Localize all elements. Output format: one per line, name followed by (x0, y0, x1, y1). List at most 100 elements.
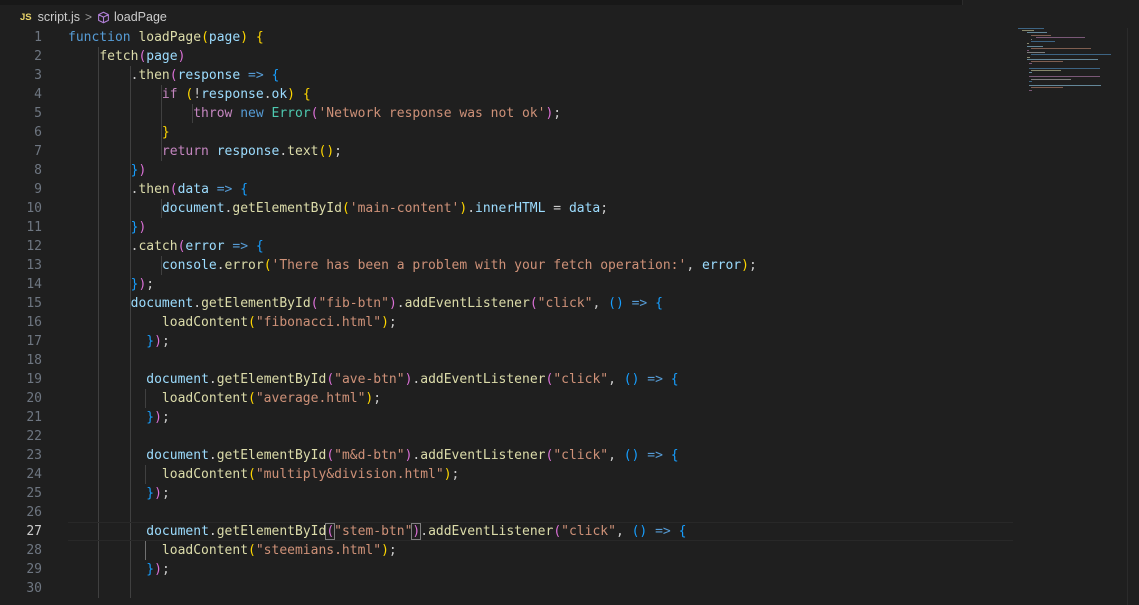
code-text: function loadPage(page) { (68, 30, 264, 45)
code-text: document.getElementById('main-content').… (161, 201, 609, 216)
code-line[interactable]: 11 }) (0, 218, 1013, 237)
code-line[interactable]: 13 console.error('There has been a probl… (0, 256, 1013, 275)
code-line[interactable]: 26 (0, 503, 1013, 522)
code-line[interactable]: 16 loadContent("fibonacci.html"); (0, 313, 1013, 332)
line-number: 22 (26, 429, 42, 444)
line-number: 8 (34, 163, 42, 178)
line-number: 28 (26, 543, 42, 558)
line-number: 16 (26, 315, 42, 330)
minimap-line (1029, 63, 1033, 65)
javascript-file-icon: JS (20, 11, 32, 23)
line-number: 10 (26, 201, 42, 216)
code-line[interactable]: 1 function loadPage(page) { (0, 28, 1013, 47)
code-text: loadContent("multiply&division.html"); (161, 467, 460, 482)
line-number: 23 (26, 448, 42, 463)
minimap-line (1031, 54, 1111, 56)
code-text: console.error('There has been a problem … (161, 258, 757, 273)
code-line[interactable]: 18 (0, 351, 1013, 370)
code-line[interactable]: 19 document.getElementById("ave-btn").ad… (0, 370, 1013, 389)
line-number: 1 (34, 30, 42, 45)
code-text: fetch(page) (99, 49, 186, 64)
code-line[interactable]: 8 }) (0, 161, 1013, 180)
code-line[interactable]: 24 loadContent("multiply&division.html")… (0, 465, 1013, 484)
code-line[interactable]: 10 document.getElementById('main-content… (0, 199, 1013, 218)
matching-bracket: ) (411, 523, 422, 540)
code-text: .then(data => { (68, 182, 249, 197)
line-number: 30 (26, 581, 42, 596)
code-text: return response.text(); (161, 144, 342, 159)
code-line[interactable]: 2 fetch(page) (0, 47, 1013, 66)
code-text: } (161, 125, 170, 140)
code-line[interactable]: 4 if (!response.ok) { (0, 85, 1013, 104)
minimap-line (1026, 43, 1029, 45)
line-number: 15 (26, 296, 42, 311)
line-number: 11 (26, 220, 42, 235)
code-line[interactable]: 14 }); (0, 275, 1013, 294)
code-line[interactable]: 7 return response.text(); (0, 142, 1013, 161)
line-number: 6 (34, 125, 42, 140)
minimap-line (1031, 41, 1056, 43)
vertical-scrollbar[interactable] (1127, 28, 1139, 605)
code-line[interactable]: 5 throw new Error('Network response was … (0, 104, 1013, 123)
code-line[interactable]: 27 document.getElementById("stem-btn").a… (0, 522, 1013, 541)
minimap-line (1022, 30, 1034, 32)
code-line[interactable]: 20 loadContent("average.html"); (0, 389, 1013, 408)
code-text: throw new Error('Network response was no… (193, 106, 562, 121)
line-number: 25 (26, 486, 42, 501)
code-line[interactable]: 22 (0, 427, 1013, 446)
code-line[interactable]: 17 }); (0, 332, 1013, 351)
line-number: 18 (26, 353, 42, 368)
code-line[interactable]: 23 document.getElementById("m&d-btn").ad… (0, 446, 1013, 465)
minimap-line (1029, 85, 1102, 87)
minimap-line (1031, 87, 1063, 89)
code-text: document.getElementById("m&d-btn").addEv… (146, 448, 679, 463)
breadcrumb-symbol[interactable]: loadPage (114, 10, 167, 24)
code-text: .catch(error => { (68, 239, 264, 254)
code-text: }); (146, 334, 170, 349)
minimap-line (1031, 34, 1052, 36)
code-line[interactable]: 3 .then(response => { (0, 66, 1013, 85)
minimap-line (1031, 61, 1063, 62)
line-number: 13 (26, 258, 42, 273)
code-line[interactable]: 15 document.getElementById("fib-btn").ad… (0, 294, 1013, 313)
code-line[interactable]: 29 }); (0, 560, 1013, 579)
minimap-line (1031, 39, 1033, 40)
code-text: }) (130, 163, 147, 178)
code-line[interactable]: 30 (0, 579, 1013, 598)
code-text: loadContent("average.html"); (161, 391, 382, 406)
code-line[interactable]: 28 loadContent("steemians.html"); (0, 541, 1013, 560)
code-line[interactable]: 12 .catch(error => { (0, 237, 1013, 256)
code-text: document.getElementById("ave-btn").addEv… (146, 372, 679, 387)
code-line[interactable]: 21 }); (0, 408, 1013, 427)
chevron-right-icon: > (85, 10, 93, 24)
code-text: document.getElementById("stem-btn").addE… (146, 523, 687, 540)
tab-edge (962, 0, 1139, 5)
code-line[interactable]: 25 }); (0, 484, 1013, 503)
minimap-line (1029, 89, 1033, 91)
code-line[interactable]: 6 } (0, 123, 1013, 142)
code-editor[interactable]: 1 function loadPage(page) {2 fetch(page) 3… (0, 28, 1139, 605)
line-number: 24 (26, 467, 42, 482)
line-number: 27 (26, 524, 42, 539)
code-text: document.getElementById("fib-btn").addEv… (130, 296, 663, 311)
minimap-line (1029, 72, 1033, 73)
minimap-line (1031, 47, 1092, 49)
line-number: 14 (26, 277, 42, 292)
line-number: 4 (34, 87, 42, 102)
line-number: 19 (26, 372, 42, 387)
minimap-line (1029, 67, 1101, 69)
line-number: 26 (26, 505, 42, 520)
method-cube-icon (98, 11, 109, 23)
line-number: 5 (34, 106, 42, 121)
minimap-line (1031, 78, 1072, 80)
code-text: .then(response => { (68, 68, 280, 83)
line-number: 17 (26, 334, 42, 349)
code-line[interactable]: 9 .then(data => { (0, 180, 1013, 199)
minimap-line (1029, 80, 1033, 82)
breadcrumb-file[interactable]: script.js (38, 10, 80, 24)
line-number: 29 (26, 562, 42, 577)
line-number: 21 (26, 410, 42, 425)
minimap[interactable] (1018, 28, 1118, 98)
matching-bracket: ( (325, 523, 336, 540)
minimap-line (1026, 32, 1047, 34)
